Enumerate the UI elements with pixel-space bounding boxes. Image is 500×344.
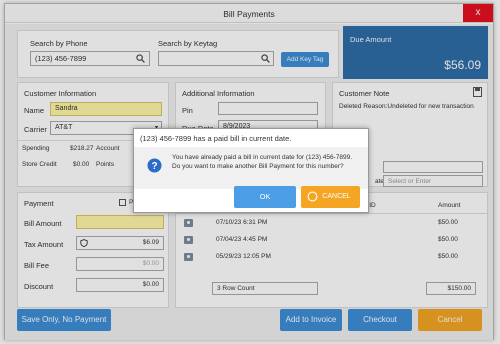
keytag-search-input[interactable] (158, 51, 274, 66)
customer-info-header: Customer Information (24, 89, 97, 98)
pin-label: Pin (182, 106, 193, 115)
search-phone-label: Search by Phone (30, 39, 88, 48)
store-credit-label: Store Credit (22, 161, 57, 168)
table-row[interactable]: 05/29/23 12:05 PM $50.00 (176, 249, 487, 266)
row-amount: $50.00 (438, 253, 458, 260)
column-header-amount: Amount (438, 202, 461, 209)
dialog-cancel-label: CANCEL (322, 193, 351, 200)
due-amount-panel: Due Amount $56.09 (343, 26, 488, 79)
row-count: 3 Row Count (212, 282, 318, 295)
customer-note-text: Deleted Reason:Undeleted for new transac… (339, 103, 474, 110)
window-title: Bill Payments (223, 9, 275, 19)
due-amount-label: Due Amount (350, 35, 392, 44)
bill-fee-input[interactable]: $0.00 (76, 257, 164, 271)
bill-amount-label: Bill Amount (24, 219, 62, 228)
dialog-message: You have already paid a bill in current … (172, 154, 353, 170)
title-bar: Bill Payments x (5, 4, 493, 23)
account-label: Account (96, 145, 120, 152)
row-amount: $50.00 (438, 236, 458, 243)
row-date: 05/29/23 12:05 PM (216, 253, 271, 260)
close-icon: x (475, 7, 481, 18)
customer-note-header: Customer Note (339, 89, 390, 98)
save-note-icon[interactable] (473, 87, 482, 97)
search-icon[interactable] (136, 54, 145, 63)
cancel-circle-icon (307, 191, 318, 202)
search-keytag-label: Search by Keytag (158, 39, 218, 48)
receipt-icon[interactable] (184, 219, 193, 227)
due-amount-value: $56.09 (444, 58, 481, 72)
shield-icon (80, 239, 88, 247)
tax-amount-input[interactable]: $6.09 (76, 236, 164, 250)
ok-button[interactable]: OK (234, 186, 296, 208)
receipt-icon[interactable] (184, 236, 193, 244)
svg-text:?: ? (151, 161, 157, 172)
dialog-body: ? You have already paid a bill in curren… (134, 147, 368, 189)
table-header-divider (176, 213, 487, 214)
name-input[interactable]: Sandra (50, 102, 162, 116)
add-to-invoice-button[interactable]: Add to Invoice (280, 309, 342, 331)
bill-fee-label: Bill Fee (24, 261, 50, 270)
spending-label: Spending (22, 145, 50, 152)
row-date: 07/10/23 6:31 PM (216, 219, 268, 226)
store-credit-value: $0.00 (73, 161, 90, 168)
duplicate-bill-dialog: (123) 456-7899 has a paid bill in curren… (133, 128, 369, 213)
pin-input[interactable] (218, 102, 318, 115)
history-total: $150.00 (426, 282, 476, 295)
points-label: Points (96, 161, 115, 168)
additional-info-header: Additional Information (182, 89, 255, 98)
dialog-title: (123) 456-7899 has a paid bill in curren… (140, 134, 292, 143)
spending-value: $218.27 (70, 145, 94, 152)
print-checkbox[interactable] (119, 199, 126, 206)
payment-header: Payment (24, 199, 54, 208)
discount-label: Discount (24, 282, 54, 291)
carrier-label: Carrier (24, 125, 47, 134)
close-window-button[interactable]: x (463, 4, 493, 22)
bill-amount-input[interactable] (76, 215, 164, 229)
row-amount: $50.00 (438, 219, 458, 226)
tax-amount-label: Tax Amount (24, 240, 64, 249)
table-row[interactable]: 07/10/23 6:31 PM $50.00 (176, 215, 487, 232)
phone-search-input[interactable]: (123) 456-7899 (30, 51, 150, 66)
checkout-button[interactable]: Checkout (348, 309, 412, 331)
question-icon: ? (147, 158, 162, 173)
discount-input[interactable]: $0.00 (76, 278, 164, 292)
search-icon[interactable] (261, 54, 270, 63)
note-select[interactable]: Select or Enter (383, 175, 483, 187)
save-only-button[interactable]: Save Only, No Payment (17, 309, 111, 331)
note-date-input[interactable] (383, 161, 483, 173)
row-date: 07/04/23 4:45 PM (216, 236, 268, 243)
add-key-tag-button[interactable]: Add Key Tag (281, 52, 329, 67)
name-label: Name (24, 106, 45, 115)
table-row[interactable]: 07/04/23 4:45 PM $50.00 (176, 232, 487, 249)
receipt-icon[interactable] (184, 253, 193, 261)
search-panel: Search by Phone (123) 456-7899 Search by… (17, 30, 339, 78)
cancel-button[interactable]: Cancel (418, 309, 482, 331)
